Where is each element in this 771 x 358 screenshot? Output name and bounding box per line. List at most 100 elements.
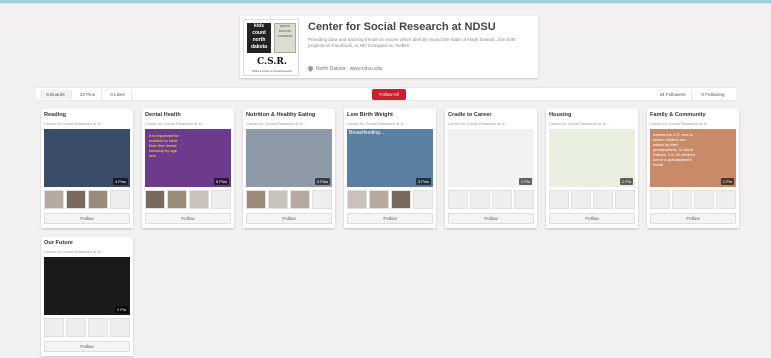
board-thumbnail[interactable] xyxy=(347,190,367,209)
board-title[interactable]: Dental Health xyxy=(145,112,181,118)
board-thumbnail[interactable] xyxy=(88,318,108,337)
board-thumbnail[interactable] xyxy=(514,190,534,209)
board-title[interactable]: Nutrition & Healthy Eating xyxy=(246,112,315,118)
tab-likes[interactable]: 0 Likes xyxy=(104,90,132,99)
follow-board-button[interactable]: Follow xyxy=(145,213,231,224)
board-title[interactable]: Low Birth Weight xyxy=(347,112,393,118)
board-card[interactable]: Cradle to Career Center for Social Resear… xyxy=(445,109,537,228)
board-thumbnail[interactable] xyxy=(470,190,490,209)
board-thumbnail[interactable] xyxy=(66,318,86,337)
board-title[interactable]: Family & Community xyxy=(650,112,706,118)
board-title[interactable]: Reading xyxy=(44,112,66,118)
pin-count-badge: 4 Pins xyxy=(112,178,128,185)
pin-count-badge: 1 Pin xyxy=(518,178,532,185)
csr-logo-text: C.S.R. xyxy=(256,57,288,67)
board-card[interactable]: Low Birth Weight Center for Social Resear… xyxy=(344,109,436,228)
board-cover-image[interactable]: 4 Pins xyxy=(44,129,130,187)
follow-board-button[interactable]: Follow xyxy=(549,213,635,224)
follow-board-button[interactable]: Follow xyxy=(650,213,736,224)
board-thumbnails xyxy=(246,190,332,209)
profile-stats-bar: 8 Boards 22 Pins 0 Likes Follow All 34 F… xyxy=(36,87,736,101)
board-card[interactable]: Housing Center for Social Research at N..… xyxy=(546,109,638,228)
following-link[interactable]: 0 Following xyxy=(694,90,732,99)
board-thumbnail[interactable] xyxy=(312,190,332,209)
board-cover-image[interactable]: Across the U.S. one in seven children ar… xyxy=(650,129,736,187)
board-title[interactable]: Cradle to Career xyxy=(448,112,492,118)
board-thumbnail[interactable] xyxy=(413,190,433,209)
followers-link[interactable]: 34 Followers xyxy=(654,90,692,99)
board-card[interactable]: Reading Center for Social Research at N..… xyxy=(41,109,133,228)
board-thumbnails xyxy=(44,318,130,337)
board-card[interactable]: Our Future Center for Social Research at … xyxy=(41,237,133,356)
profile-card: kids count north dakota NORTH DAKOTA COM… xyxy=(240,16,538,78)
follow-board-button[interactable]: Follow xyxy=(44,341,130,352)
board-thumbnail[interactable] xyxy=(110,318,130,337)
nd-compass-logo: NORTH DAKOTA COMPASS xyxy=(274,23,296,53)
follow-board-button[interactable]: Follow xyxy=(246,213,332,224)
board-thumbnail[interactable] xyxy=(211,190,231,209)
profile-location[interactable]: North Dakota · www.ndsu.edu xyxy=(306,65,382,73)
board-thumbnail[interactable] xyxy=(88,190,108,209)
board-cover-caption: Across the U.S. one in seven children ar… xyxy=(653,132,696,167)
board-thumbnail[interactable] xyxy=(110,190,130,209)
board-thumbnail[interactable] xyxy=(672,190,692,209)
csr-logo-subtext: NDSU ● Center for Social Research xyxy=(252,70,292,73)
board-card[interactable]: Dental Health Center for Social Research … xyxy=(142,109,234,228)
board-owner[interactable]: Center for Social Research at N... xyxy=(145,121,205,126)
tab-boards[interactable]: 8 Boards xyxy=(40,90,72,99)
board-thumbnail[interactable] xyxy=(44,318,64,337)
pin-count-badge: 1 Pin xyxy=(720,178,734,185)
follow-board-button[interactable]: Follow xyxy=(44,213,130,224)
board-thumbnail[interactable] xyxy=(448,190,468,209)
board-cover-image[interactable]: 4 Pins xyxy=(246,129,332,187)
board-cover-image[interactable]: 1 Pin xyxy=(448,129,534,187)
board-thumbnail[interactable] xyxy=(615,190,635,209)
board-thumbnail[interactable] xyxy=(44,190,64,209)
board-owner[interactable]: Center for Social Research at N... xyxy=(549,121,609,126)
board-cover-image[interactable]: 1 Pin xyxy=(549,129,635,187)
board-thumbnail[interactable] xyxy=(268,190,288,209)
board-cover-image[interactable]: Breastfeeding... 3 Pins xyxy=(347,129,433,187)
board-owner[interactable]: Center for Social Research at N... xyxy=(448,121,508,126)
board-thumbnail[interactable] xyxy=(369,190,389,209)
board-card[interactable]: Family & Community Center for Social Rese… xyxy=(647,109,739,228)
follow-all-button[interactable]: Follow All xyxy=(372,89,406,100)
pin-count-badge: 5 Pins xyxy=(213,178,229,185)
board-cover-image[interactable]: 1 Pin xyxy=(44,257,130,315)
board-thumbnail[interactable] xyxy=(66,190,86,209)
pin-count-badge: 1 Pin xyxy=(619,178,633,185)
board-thumbnail[interactable] xyxy=(492,190,512,209)
board-thumbnail[interactable] xyxy=(246,190,266,209)
board-owner[interactable]: Center for Social Research at N... xyxy=(44,249,104,254)
board-cover-image[interactable]: It is important for toddlers to have the… xyxy=(145,129,231,187)
board-thumbnail[interactable] xyxy=(593,190,613,209)
board-title[interactable]: Housing xyxy=(549,112,571,118)
board-thumbnail[interactable] xyxy=(716,190,736,209)
board-thumbnail[interactable] xyxy=(571,190,591,209)
profile-name: Center for Social Research at NDSU xyxy=(308,21,496,33)
board-title[interactable]: Our Future xyxy=(44,240,73,246)
board-thumbnail[interactable] xyxy=(549,190,569,209)
follow-board-button[interactable]: Follow xyxy=(347,213,433,224)
board-thumbnail[interactable] xyxy=(167,190,187,209)
board-thumbnails xyxy=(650,190,736,209)
board-card[interactable]: Nutrition & Healthy Eating Center for Soc… xyxy=(243,109,335,228)
board-owner[interactable]: Center for Social Research at N... xyxy=(347,121,407,126)
board-thumbnail[interactable] xyxy=(189,190,209,209)
board-cover-caption: It is important for toddlers to have the… xyxy=(149,133,179,158)
board-thumbnail[interactable] xyxy=(290,190,310,209)
board-cover-caption: Breastfeeding... xyxy=(349,130,385,136)
board-thumbnail[interactable] xyxy=(391,190,411,209)
board-owner[interactable]: Center for Social Research at N... xyxy=(650,121,710,126)
board-owner[interactable]: Center for Social Research at N... xyxy=(44,121,104,126)
board-owner[interactable]: Center for Social Research at N... xyxy=(246,121,306,126)
profile-description: Providing data and tracking trends on is… xyxy=(308,37,516,48)
board-thumbnail[interactable] xyxy=(694,190,714,209)
board-thumbnails xyxy=(44,190,130,209)
pin-count-badge: 1 Pin xyxy=(114,306,128,313)
board-thumbnail[interactable] xyxy=(145,190,165,209)
board-thumbnail[interactable] xyxy=(650,190,670,209)
follow-board-button[interactable]: Follow xyxy=(448,213,534,224)
pin-count-badge: 3 Pins xyxy=(415,178,431,185)
tab-pins[interactable]: 22 Pins xyxy=(74,90,102,99)
